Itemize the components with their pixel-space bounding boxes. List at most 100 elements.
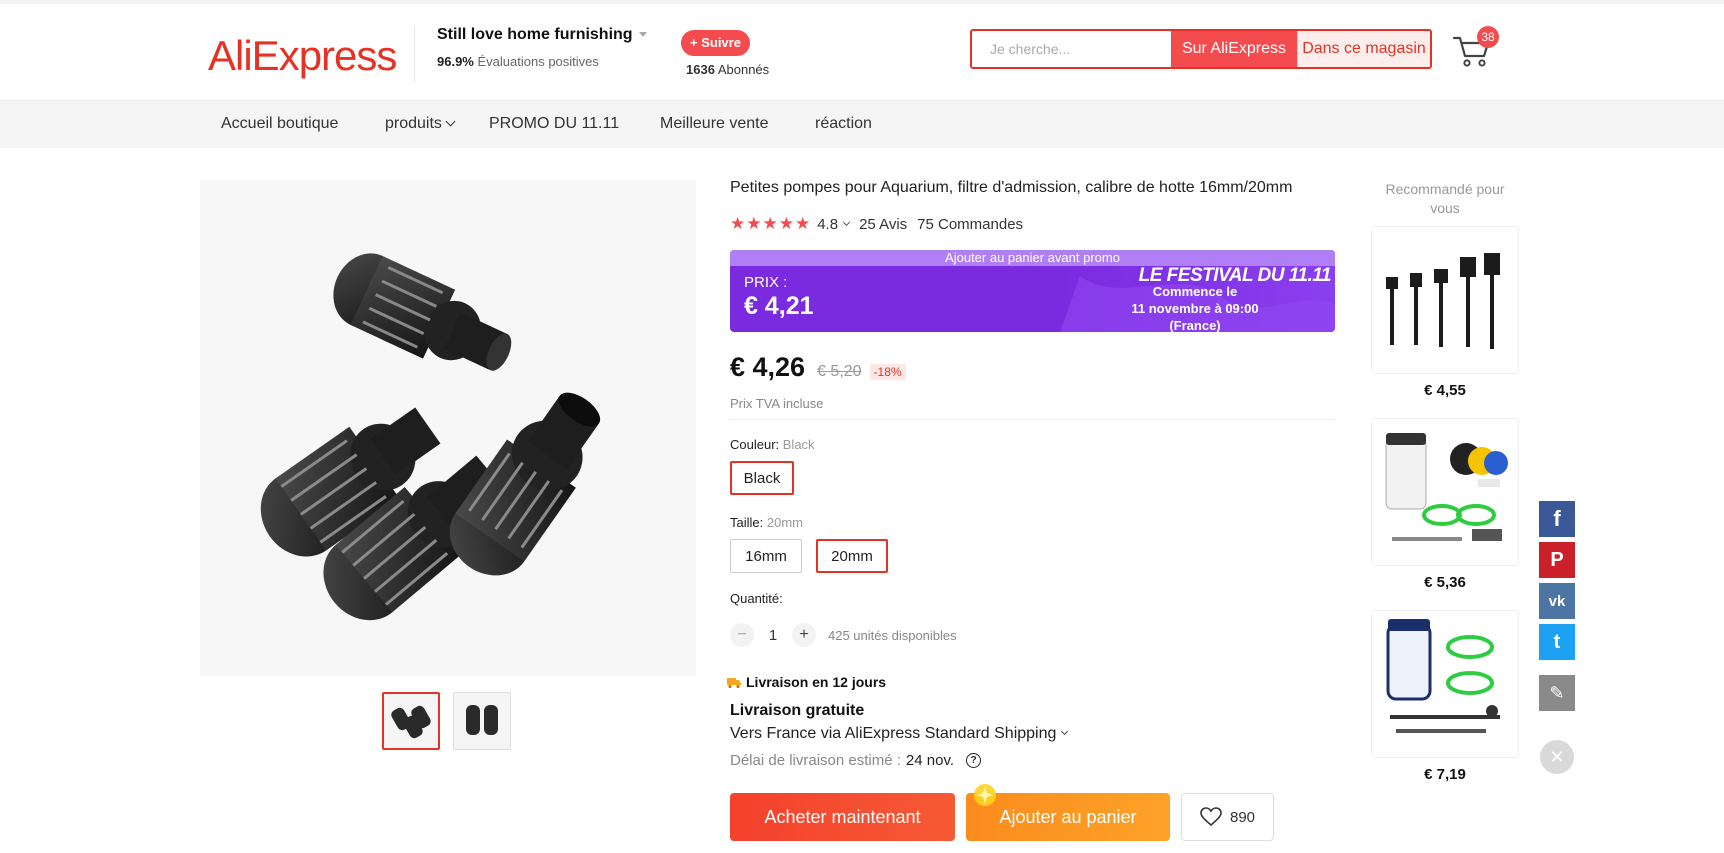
tva-note: Prix TVA incluse — [730, 396, 824, 411]
wishlist-count: 890 — [1229, 808, 1256, 826]
cart-button[interactable]: 38 — [1452, 26, 1499, 70]
recommended-item-3[interactable] — [1371, 610, 1519, 758]
festival-number: 11.11 — [1288, 265, 1332, 286]
buy-now-button[interactable]: Acheter maintenant — [730, 793, 955, 841]
original-price: € 5,20 — [817, 363, 862, 380]
gallery-thumbnail-1[interactable] — [382, 692, 440, 750]
facebook-icon: f — [1553, 506, 1561, 531]
chevron-down-icon[interactable] — [843, 218, 851, 227]
sparkle-icon — [974, 784, 996, 806]
close-share-panel-button[interactable]: ✕ — [1540, 740, 1574, 774]
search-aliexpress-button[interactable]: Sur AliExpress — [1171, 31, 1297, 67]
start-line-2: 11 novembre à 09:00 — [1131, 301, 1259, 316]
promo-price-label: PRIX : — [744, 274, 788, 291]
nav-item-meilleure-vente[interactable]: Meilleure vente — [660, 115, 769, 133]
price-row: € 4,26 € 5,20 -18% — [730, 352, 906, 383]
current-price: € 4,26 — [730, 352, 806, 382]
pinterest-icon: P — [1550, 548, 1564, 571]
discount-badge: -18% — [869, 364, 906, 380]
wishlist-button[interactable]: 890 — [1181, 793, 1274, 841]
chevron-down-icon — [445, 116, 456, 127]
reviews-count[interactable]: 25 Avis — [859, 216, 907, 233]
nav-item-accueil[interactable]: Accueil boutique — [221, 115, 338, 133]
start-line-1: Commence le — [1152, 284, 1238, 299]
promo-price: € 4,21 — [744, 292, 814, 320]
search-store-button[interactable]: Dans ce magasin — [1297, 31, 1430, 67]
rating-value[interactable]: 4.8 — [817, 216, 838, 233]
orders-count: 75 Commandes — [917, 215, 1024, 233]
rating-label: Évaluations positives — [477, 54, 599, 69]
shipping-estimate: Délai de livraison estimé : 24 nov. ? — [730, 752, 981, 769]
thumbnail-image — [384, 694, 438, 748]
nav-item-promo[interactable]: PROMO DU 11.11 — [489, 115, 619, 133]
delivery-badge: Livraison en 12 jours — [726, 674, 886, 690]
quantity-label: Quantité: — [730, 591, 783, 606]
color-option-black[interactable]: Black — [730, 461, 794, 495]
shipping-estimate-date: 24 nov. — [905, 752, 954, 769]
size-option-16mm[interactable]: 16mm — [730, 539, 802, 573]
followers: 1636 Abonnés — [686, 62, 769, 77]
store-rating: 96.9% Évaluations positives — [437, 54, 647, 69]
nav-item-reaction[interactable]: réaction — [815, 115, 872, 133]
recommended-title: Recommandé pour vous — [1385, 181, 1505, 216]
cart-count-badge: 38 — [1477, 26, 1499, 48]
recommended-price-3: € 7,19 — [1424, 766, 1466, 783]
size-option-20mm[interactable]: 20mm — [816, 539, 888, 573]
follow-button[interactable]: + Suivre — [681, 30, 750, 56]
close-icon: ✕ — [1549, 746, 1565, 767]
pinterest-share-button[interactable]: P — [1539, 542, 1575, 578]
quantity-increase-button[interactable]: + — [792, 623, 816, 647]
festival-start-date: Commence le 11 novembre à 09:00 (France) — [1095, 283, 1295, 332]
shipping-method-dropdown[interactable]: Vers France via AliExpress Standard Ship… — [730, 725, 1069, 743]
rating-stars-icon: ★★★★★ — [730, 214, 812, 233]
recommended-item-image — [1372, 611, 1518, 757]
color-label: Couleur: Black — [730, 437, 815, 452]
rating-row: ★★★★★ 4.8 25 Avis 75 Commandes — [730, 214, 1023, 234]
recommended-item-image — [1372, 419, 1518, 565]
divider — [730, 419, 1335, 420]
store-nav: Accueil boutique produits PROMO DU 11.11… — [0, 100, 1724, 148]
promo-banner[interactable]: Ajouter au panier avant promo PRIX : € 4… — [730, 250, 1335, 332]
free-shipping: Livraison gratuite — [730, 702, 865, 719]
start-line-3: (France) — [1169, 318, 1221, 332]
caret-down-icon — [638, 32, 647, 38]
delivery-badge-text: Livraison en 12 jours — [746, 674, 887, 690]
shipping-estimate-label: Délai de livraison estimé : — [730, 752, 901, 769]
store-info: Still love home furnishing 96.9% Évaluat… — [414, 26, 647, 82]
facebook-share-button[interactable]: f — [1539, 501, 1575, 537]
quantity-value[interactable]: 1 — [754, 627, 792, 644]
help-icon[interactable]: ? — [966, 753, 981, 768]
recommended-item-1[interactable] — [1371, 226, 1519, 374]
vk-share-button[interactable]: vk — [1539, 583, 1575, 619]
shipping-method: Vers France via AliExpress Standard Ship… — [730, 725, 1057, 742]
aliexpress-logo[interactable]: AliExpress — [208, 32, 397, 80]
gallery-thumbnail-2[interactable] — [453, 692, 511, 750]
edit-share-button[interactable]: ✎ — [1539, 675, 1575, 711]
store-header: AliExpress Still love home furnishing 96… — [0, 4, 1724, 100]
recommended-item-image — [1372, 227, 1518, 373]
stock-available: 425 unités disponibles — [828, 627, 957, 643]
color-selected-value: Black — [782, 437, 815, 452]
vk-icon: vk — [1548, 592, 1566, 610]
store-name-dropdown[interactable]: Still love home furnishing — [437, 26, 647, 44]
search-box: Sur AliExpress Dans ce magasin — [970, 29, 1432, 69]
quantity-decrease-button[interactable]: − — [730, 623, 754, 647]
size-selected-value: 20mm — [766, 515, 803, 530]
nav-item-label: produits — [385, 115, 442, 132]
thumbnail-image — [454, 693, 510, 749]
twitter-share-button[interactable]: t — [1539, 624, 1575, 660]
recommended-item-2[interactable] — [1371, 418, 1519, 566]
nav-item-produits[interactable]: produits — [385, 115, 456, 133]
twitter-icon: t — [1553, 630, 1561, 653]
color-label-text: Couleur: — [730, 437, 780, 452]
recommended-price-2: € 5,36 — [1424, 574, 1466, 591]
quantity-stepper: − 1 + 425 unités disponibles — [730, 623, 957, 647]
product-main-image[interactable] — [200, 180, 696, 676]
rating-percent: 96.9% — [437, 54, 474, 69]
heart-icon — [1200, 807, 1222, 827]
delivery-truck-icon — [727, 678, 741, 689]
edit-icon: ✎ — [1549, 682, 1565, 703]
product-title: Petites pompes pour Aquarium, filtre d'a… — [730, 179, 1293, 196]
followers-label: Abonnés — [717, 62, 770, 77]
search-input[interactable] — [972, 31, 1171, 67]
